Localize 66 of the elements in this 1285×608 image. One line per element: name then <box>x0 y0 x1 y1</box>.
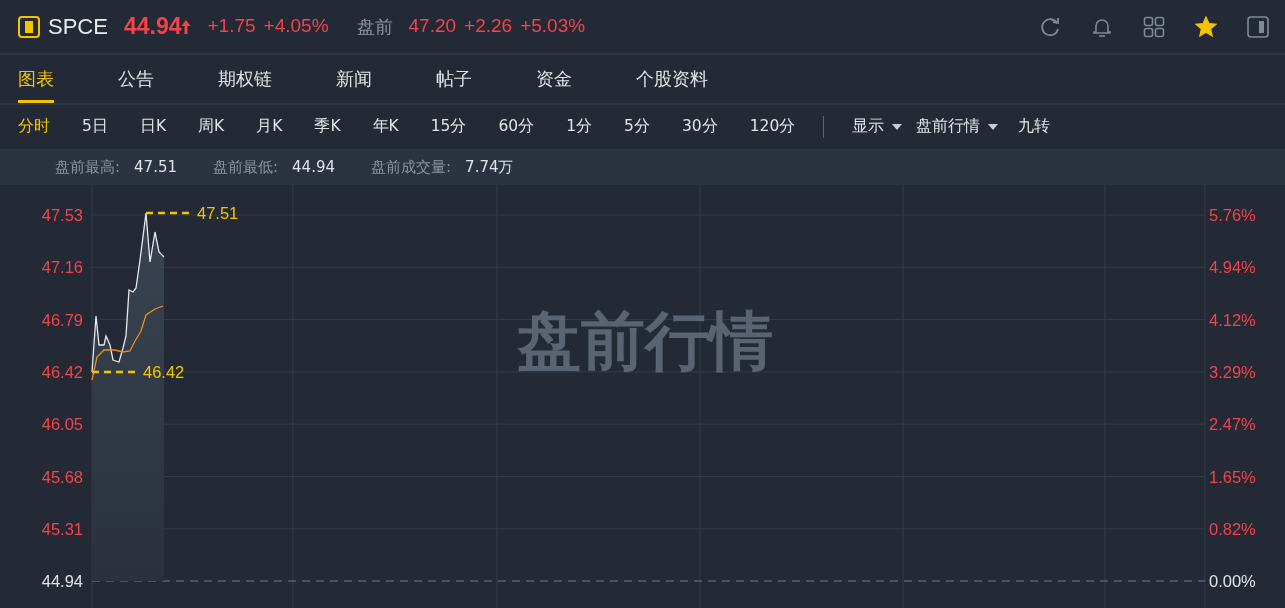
chart-mode-watermark: 盘前行情 <box>517 304 773 378</box>
price-axis-label: 47.53 <box>41 206 83 224</box>
low-marker-label: 46.42 <box>143 363 185 381</box>
percent-axis-label: 2.47% <box>1209 415 1256 434</box>
session-label: 盘前 <box>356 15 393 39</box>
price-axis-label: 47.16 <box>41 258 83 277</box>
period-tab[interactable]: 年K <box>372 115 399 139</box>
period-tab[interactable]: 5日 <box>82 115 108 139</box>
price-axis-label: 46.42 <box>41 362 83 381</box>
percent-axis-label: 4.12% <box>1209 310 1256 329</box>
premarket-change: +2.26 <box>464 14 513 39</box>
last-price: 44.94 <box>123 12 182 42</box>
period-tab[interactable]: 月K <box>256 115 283 139</box>
price-axis-label: 46.79 <box>41 310 83 329</box>
period-tab[interactable]: 日K <box>139 115 167 139</box>
side-panel-icon[interactable] <box>1247 15 1269 38</box>
up-arrow-icon <box>181 18 192 35</box>
percent-axis-label: 0.82% <box>1209 519 1256 538</box>
dropdown-button[interactable]: 显示 <box>852 115 885 139</box>
period-tab[interactable]: 60分 <box>498 115 535 139</box>
stock-badge-icon <box>18 15 40 38</box>
period-tab[interactable]: 120分 <box>749 115 796 139</box>
tab[interactable]: 新闻 <box>336 53 372 103</box>
stat-label: 盘前最高: <box>55 156 121 178</box>
tab[interactable]: 个股资料 <box>636 53 708 103</box>
period-tab[interactable]: 15分 <box>430 115 467 139</box>
ticker-symbol: SPCE <box>48 13 108 41</box>
price-axis-label: 46.05 <box>41 415 83 434</box>
tab[interactable]: 公告 <box>118 53 154 103</box>
percent-axis-label: 4.94% <box>1209 258 1256 277</box>
stat-value: 47.51 <box>134 156 177 178</box>
period-tab[interactable]: 周K <box>198 115 225 139</box>
price-change: +1.75 <box>207 14 256 39</box>
period-tab[interactable]: 分时 <box>18 115 50 139</box>
dropdown-button[interactable]: 盘前行情 <box>916 115 981 139</box>
grid-icon[interactable] <box>1143 15 1165 38</box>
tab[interactable]: 期权链 <box>218 53 272 103</box>
stat-value: 44.94 <box>292 156 336 178</box>
percent-axis-label: 1.65% <box>1209 467 1256 486</box>
price-axis-label: 45.68 <box>41 467 83 486</box>
percent-axis-label: 5.76% <box>1209 206 1256 224</box>
period-tab[interactable]: 1分 <box>566 115 593 139</box>
high-marker-line <box>146 211 190 215</box>
price-axis-label: 44.94 <box>41 572 83 591</box>
tab[interactable]: 图表 <box>18 53 54 103</box>
caret-icon <box>892 124 903 130</box>
tab[interactable]: 资金 <box>536 53 572 103</box>
star-icon[interactable] <box>1195 15 1217 38</box>
chart-option-button[interactable]: 九转 <box>1018 115 1051 139</box>
price-axis-label: 45.31 <box>41 519 83 538</box>
tab[interactable]: 帖子 <box>436 53 472 103</box>
stat-value: 7.74万 <box>465 156 514 178</box>
premarket-price: 47.20 <box>408 14 457 39</box>
percent-axis-label: 3.29% <box>1209 362 1256 381</box>
period-tab[interactable]: 30分 <box>681 115 718 139</box>
period-tab[interactable]: 季K <box>314 115 341 139</box>
stat-label: 盘前成交量: <box>371 156 452 178</box>
premarket-percent: +5.03% <box>520 14 586 39</box>
caret-icon <box>988 124 999 130</box>
low-marker-line <box>92 370 136 374</box>
refresh-icon[interactable] <box>1039 15 1061 38</box>
stat-label: 盘前最低: <box>213 156 279 178</box>
period-tab[interactable]: 5分 <box>624 115 650 139</box>
percent-change: +4.05% <box>263 14 329 39</box>
percent-axis-label: 0.00% <box>1209 572 1256 591</box>
high-marker-label: 47.51 <box>197 204 239 222</box>
